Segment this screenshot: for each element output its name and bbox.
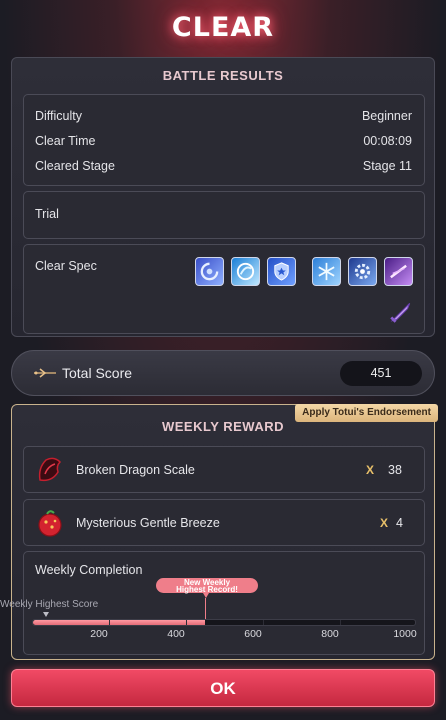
reward-item: Broken Dragon Scale X 38 <box>23 446 425 493</box>
score-arrow-icon <box>32 364 58 387</box>
new-record-badge: New Weekly Highest Record! <box>156 578 258 594</box>
clear-time-value: 00:08:09 <box>363 134 412 148</box>
swirl-skill-icon[interactable] <box>195 257 224 286</box>
purple-slash-icon[interactable] <box>384 257 413 286</box>
clear-spec-label: Clear Spec <box>35 259 97 273</box>
difficulty-label: Difficulty <box>35 109 83 123</box>
reward-count: 4 <box>396 516 403 530</box>
progress-tick <box>186 620 187 625</box>
highest-marker-icon <box>43 612 49 617</box>
battle-results-panel: BATTLE RESULTS Difficulty Beginner Clear… <box>11 57 435 337</box>
progress-fill <box>33 620 206 625</box>
endorsement-badge[interactable]: Apply Totui's Endorsement <box>295 404 438 422</box>
cleared-stage-label: Cleared Stage <box>35 159 115 173</box>
progress-tick <box>340 620 341 625</box>
reward-name: Broken Dragon Scale <box>76 463 195 477</box>
clear-title: CLEAR <box>171 12 275 43</box>
record-marker-line <box>205 598 206 619</box>
crescent-skill-icon[interactable] <box>231 257 260 286</box>
tick-label: 200 <box>90 628 108 640</box>
gear-orb-icon[interactable] <box>348 257 377 286</box>
reward-count: 38 <box>388 463 402 477</box>
clear-time-label: Clear Time <box>35 134 96 148</box>
reward-item: Mysterious Gentle Breeze X 4 <box>23 499 425 546</box>
tick-label: 600 <box>244 628 262 640</box>
new-record-line2: Highest Record! <box>176 585 238 594</box>
trial-label: Trial <box>35 207 59 221</box>
tick-label: 800 <box>321 628 339 640</box>
tick-label: 400 <box>167 628 185 640</box>
trial-card: Trial <box>23 191 425 239</box>
reward-multiplier: X <box>380 516 389 530</box>
reward-name: Mysterious Gentle Breeze <box>76 516 220 530</box>
difficulty-row: Difficulty Beginner <box>35 109 412 123</box>
total-score-label: Total Score <box>62 365 133 381</box>
clear-spec-card: Clear Spec <box>23 244 425 334</box>
tick-label: 1000 <box>393 628 417 640</box>
cleared-stage-row: Cleared Stage Stage 11 <box>35 159 412 173</box>
shield-crest-icon[interactable] <box>267 257 296 286</box>
breeze-orb-icon <box>34 507 66 539</box>
total-score-bar: Total Score 451 <box>11 350 435 396</box>
battle-results-header: BATTLE RESULTS <box>162 68 284 83</box>
difficulty-value: Beginner <box>361 109 412 123</box>
dragon-scale-icon <box>34 454 66 486</box>
clear-time-row: Clear Time 00:08:09 <box>35 134 412 148</box>
reward-multiplier: X <box>366 463 375 477</box>
weekly-completion-label: Weekly Completion <box>35 563 143 577</box>
weekly-completion-progress <box>32 619 416 626</box>
cleared-stage-value: Stage 11 <box>362 159 412 173</box>
ok-button[interactable]: OK <box>11 669 435 707</box>
weekly-highest-label: Weekly Highest Score <box>0 599 99 610</box>
progress-tick <box>263 620 264 625</box>
record-marker-icon <box>203 593 209 598</box>
frost-snowflake-icon[interactable] <box>312 257 341 286</box>
sword-relic-icon[interactable] <box>388 299 414 325</box>
battle-stats-card: Difficulty Beginner Clear Time 00:08:09 … <box>23 94 425 186</box>
progress-tick <box>109 620 110 625</box>
total-score-value: 451 <box>340 361 422 386</box>
